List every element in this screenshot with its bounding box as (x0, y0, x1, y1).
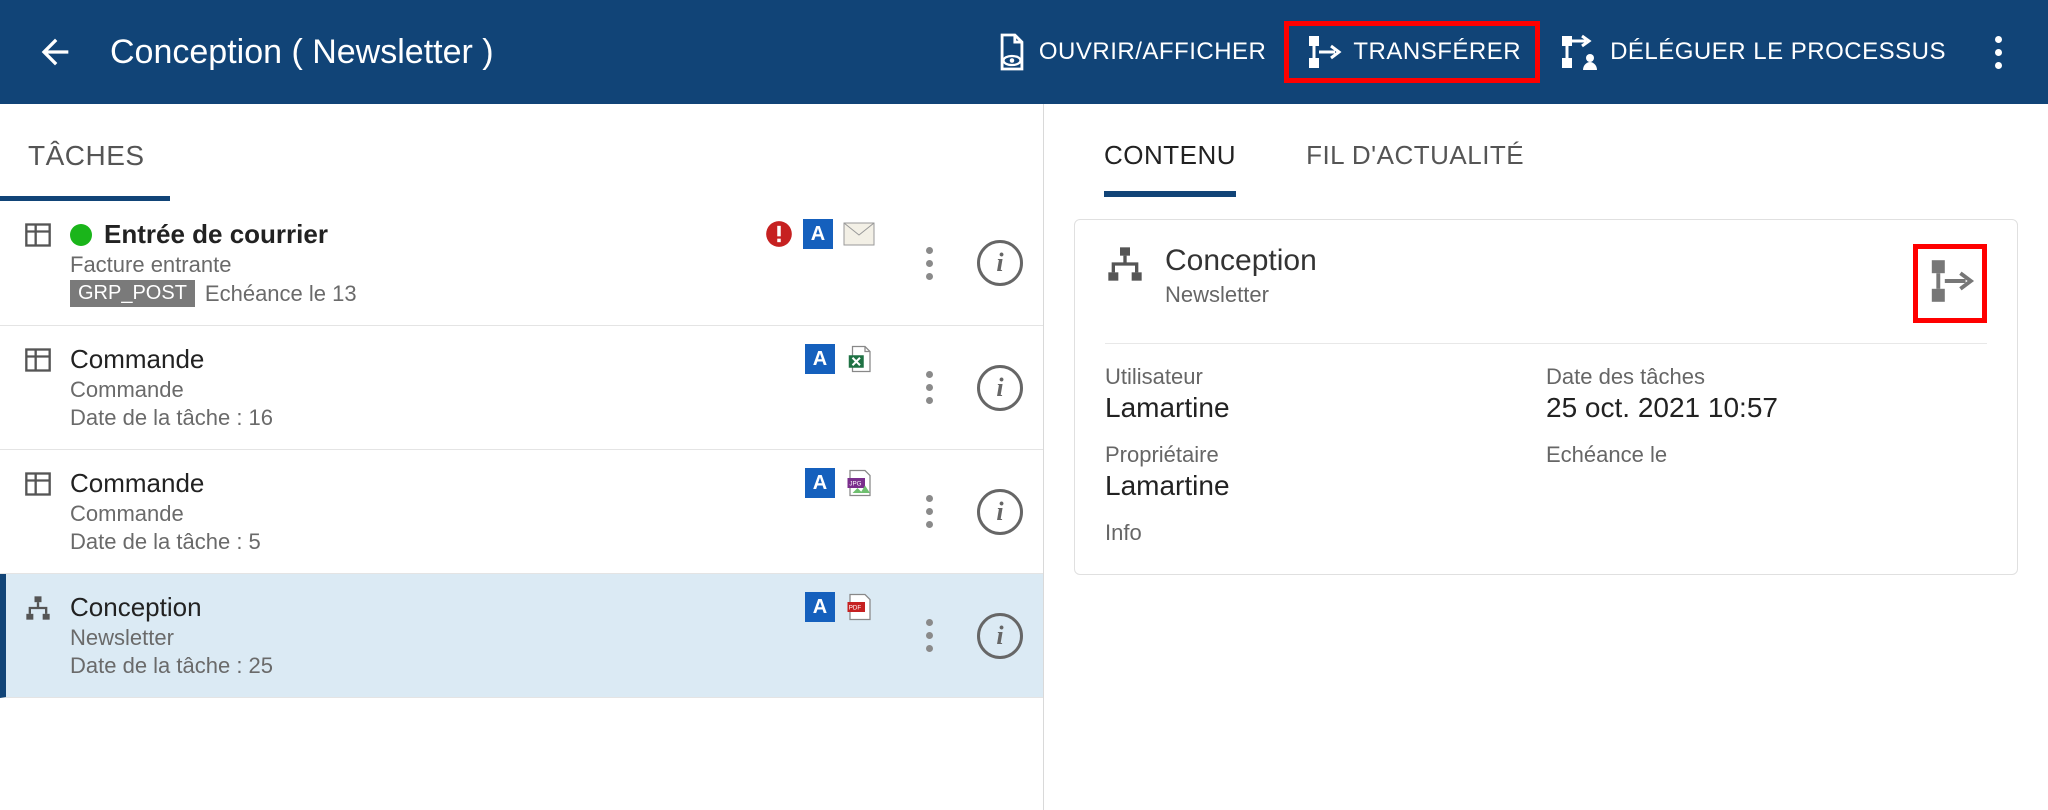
svg-text:PDF: PDF (849, 605, 862, 612)
badge-a-icon: A (805, 344, 835, 374)
due-label: Echéance le (1546, 442, 1987, 468)
user-value: Lamartine (1105, 392, 1546, 424)
task-subtitle: Facture entrante (70, 252, 755, 278)
page-title: Conception ( Newsletter ) (110, 33, 494, 72)
form-icon (24, 470, 52, 498)
task-info-button[interactable]: i (977, 613, 1023, 659)
detail-card: Conception Newsletter Utilisateur (1074, 219, 2018, 575)
badge-a-icon: A (805, 468, 835, 498)
delegate-icon (1558, 32, 1600, 72)
form-icon (24, 221, 52, 249)
tasks-panel: TÂCHES Entrée de courrier Facture entran… (0, 104, 1044, 810)
user-label: Utilisateur (1105, 364, 1546, 390)
task-meta: Date de la tâche : 25 (70, 653, 273, 679)
task-subtitle: Newsletter (70, 625, 795, 651)
detail-subtitle: Newsletter (1165, 282, 1317, 308)
delegate-process-button[interactable]: DÉLÉGUER LE PROCESSUS (1540, 22, 1964, 82)
open-view-button[interactable]: OUVRIR/AFFICHER (977, 22, 1285, 82)
task-date-label: Date des tâches (1546, 364, 1987, 390)
jpg-file-icon: JPG (845, 468, 875, 498)
task-date-value: 25 oct. 2021 10:57 (1546, 392, 1987, 424)
transfer-button[interactable]: TRANSFÉRER (1284, 21, 1540, 83)
task-more-button[interactable] (909, 495, 949, 528)
pdf-file-icon: PDF (845, 592, 875, 622)
open-view-label: OUVRIR/AFFICHER (1039, 38, 1267, 66)
detail-title: Conception (1165, 244, 1317, 278)
form-icon (24, 346, 52, 374)
info-label: Info (1105, 520, 1987, 546)
task-item[interactable]: Commande Commande Date de la tâche : 5 A… (0, 450, 1043, 574)
tab-feed[interactable]: FIL D'ACTUALITÉ (1306, 140, 1524, 197)
delegate-label: DÉLÉGUER LE PROCESSUS (1610, 38, 1946, 66)
task-meta: Date de la tâche : 16 (70, 405, 273, 431)
task-item[interactable]: Conception Newsletter Date de la tâche :… (0, 574, 1043, 698)
tab-content[interactable]: CONTENU (1104, 140, 1236, 197)
task-info-button[interactable]: i (977, 489, 1023, 535)
arrow-left-icon (35, 32, 75, 72)
detail-panel: CONTENU FIL D'ACTUALITÉ Conception Newsl… (1044, 104, 2048, 810)
task-item[interactable]: Commande Commande Date de la tâche : 16 … (0, 326, 1043, 450)
owner-label: Propriétaire (1105, 442, 1546, 468)
task-subtitle: Commande (70, 501, 795, 527)
task-more-button[interactable] (909, 619, 949, 652)
workflow-icon (24, 594, 52, 622)
mail-icon (843, 222, 875, 246)
task-meta: Date de la tâche : 5 (70, 529, 261, 555)
unread-dot-icon (70, 224, 92, 246)
back-button[interactable] (30, 27, 80, 77)
task-title: Entrée de courrier (104, 219, 328, 250)
task-title: Conception (70, 592, 202, 623)
owner-value: Lamartine (1105, 470, 1546, 502)
task-info-button[interactable]: i (977, 365, 1023, 411)
transfer-label: TRANSFÉRER (1353, 38, 1521, 66)
alert-icon (765, 220, 793, 248)
transfer-icon (1303, 32, 1343, 72)
forward-button[interactable] (1913, 244, 1987, 323)
transfer-icon (1924, 255, 1976, 307)
task-more-button[interactable] (909, 247, 949, 280)
task-meta: Echéance le 13 (205, 281, 357, 307)
task-info-button[interactable]: i (977, 240, 1023, 286)
task-list: Entrée de courrier Facture entrante GRP_… (0, 201, 1043, 810)
document-eye-icon (995, 32, 1029, 72)
more-menu-button[interactable] (1978, 36, 2018, 69)
badge-a-icon: A (803, 219, 833, 249)
task-item[interactable]: Entrée de courrier Facture entrante GRP_… (0, 201, 1043, 326)
task-title: Commande (70, 468, 204, 499)
badge-a-icon: A (805, 592, 835, 622)
task-more-button[interactable] (909, 371, 949, 404)
task-title: Commande (70, 344, 204, 375)
excel-file-icon (845, 344, 875, 374)
workflow-icon (1105, 244, 1145, 284)
task-subtitle: Commande (70, 377, 795, 403)
group-tag: GRP_POST (70, 280, 195, 307)
svg-text:JPG: JPG (849, 481, 861, 488)
tasks-heading: TÂCHES (0, 104, 1043, 196)
app-header: Conception ( Newsletter ) OUVRIR/AFFICHE… (0, 0, 2048, 104)
